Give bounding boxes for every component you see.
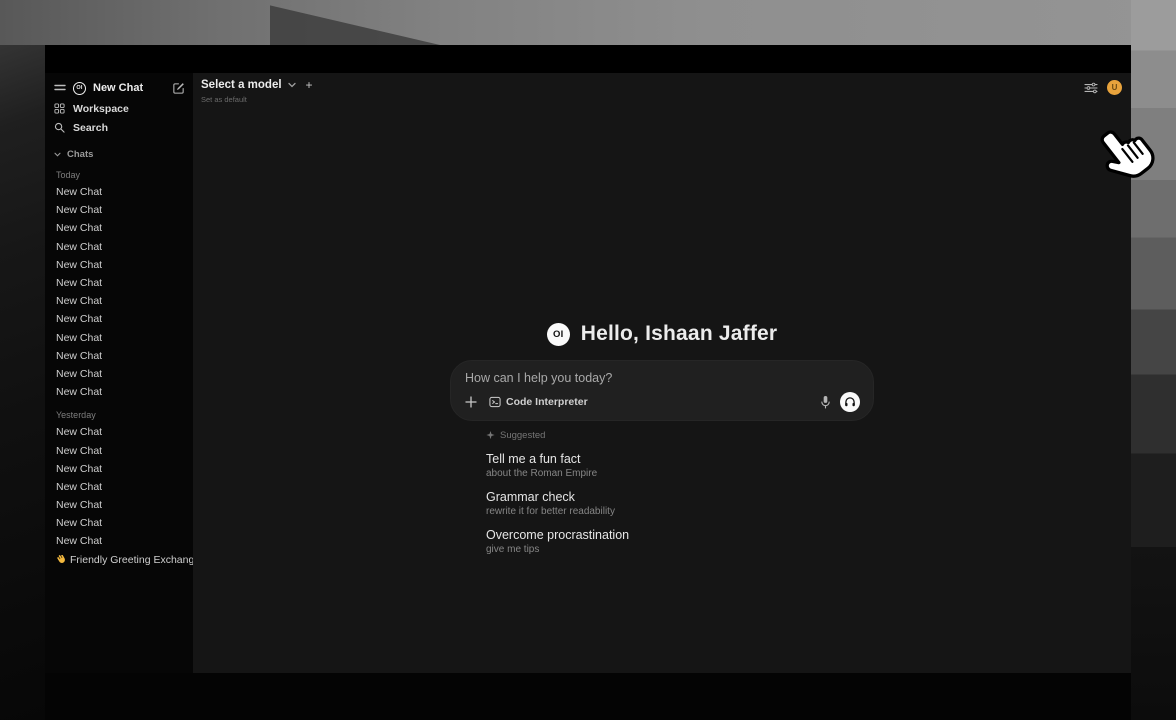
wallpaper-top-band (0, 0, 1176, 45)
suggested-prompt-title: Tell me a fun fact (486, 452, 874, 466)
chat-item[interactable]: New Chat (54, 532, 185, 550)
chat-list: TodayNew ChatNew ChatNew ChatNew ChatNew… (54, 170, 185, 551)
chat-item[interactable]: New Chat (54, 365, 185, 383)
suggested-section: Suggested Tell me a fun fact about the Ro… (450, 430, 874, 555)
sparkle-icon (486, 431, 495, 440)
suggested-prompt-subtitle: give me tips (486, 544, 874, 555)
workspace-grid-icon (54, 103, 65, 114)
chat-group-label: Today (56, 170, 185, 180)
chats-section-toggle[interactable]: Chats (54, 147, 185, 161)
suggested-prompt-title: Grammar check (486, 490, 874, 504)
chat-item[interactable]: New Chat (54, 183, 185, 201)
greeting-logo-icon: OI (547, 323, 570, 346)
wallpaper-left-band (0, 45, 45, 720)
suggested-prompt-title: Overcome procrastination (486, 528, 874, 542)
sidebar-item-workspace[interactable]: Workspace (54, 99, 185, 118)
sidebar-title: New Chat (93, 82, 165, 94)
model-chevron-icon[interactable] (288, 82, 296, 88)
suggested-prompt-subtitle: about the Roman Empire (486, 468, 874, 479)
chat-item[interactable]: New Chat (54, 441, 185, 459)
chat-item[interactable]: New Chat (54, 347, 185, 365)
sidebar-toggle-icon[interactable] (54, 83, 66, 93)
headphones-icon (844, 396, 856, 408)
microphone-icon[interactable] (820, 395, 831, 409)
suggested-prompt-subtitle: rewrite it for better readability (486, 506, 874, 517)
welcome-block: OI Hello, Ishaan Jaffer How can I help y… (450, 322, 874, 555)
chat-item[interactable]: New Chat (54, 256, 185, 274)
suggested-prompt[interactable]: Overcome procrastination give me tips (486, 528, 874, 555)
sidebar: OI New Chat Workspace Searc (45, 73, 193, 673)
user-avatar[interactable]: U (1107, 80, 1122, 95)
chat-item[interactable]: New Chat (54, 496, 185, 514)
wallpaper-bottom-band (45, 671, 1131, 720)
chat-item[interactable]: New Chat (54, 238, 185, 256)
chat-item[interactable]: New Chat (54, 383, 185, 401)
chat-item[interactable]: New Chat (54, 329, 185, 347)
chat-item[interactable]: New Chat (54, 292, 185, 310)
desktop-background: OI New Chat Workspace Searc (0, 0, 1176, 720)
new-chat-edit-icon[interactable] (172, 82, 185, 95)
chats-label: Chats (67, 149, 93, 160)
chat-item[interactable]: New Chat (54, 274, 185, 292)
chat-item[interactable]: New Chat (54, 514, 185, 532)
controls-sliders-icon[interactable] (1084, 82, 1098, 94)
wave-emoji-icon (56, 555, 66, 565)
code-interpreter-toggle[interactable]: Code Interpreter (489, 396, 588, 408)
suggested-prompt[interactable]: Grammar check rewrite it for better reada… (486, 490, 874, 517)
message-composer[interactable]: How can I help you today? Code Interpret… (450, 360, 874, 421)
chat-item[interactable]: New Chat (54, 310, 185, 328)
add-model-button[interactable]: + (306, 79, 313, 91)
chat-item[interactable]: New Chat (54, 460, 185, 478)
code-interpreter-label: Code Interpreter (506, 396, 588, 408)
composer-placeholder: How can I help you today? (465, 371, 860, 385)
sidebar-item-search[interactable]: Search (54, 118, 185, 137)
named-chat-label: Friendly Greeting Exchange (70, 554, 193, 566)
attach-plus-icon[interactable] (465, 396, 477, 408)
window-top-strip (45, 45, 1131, 73)
chat-group-label: Yesterday (56, 410, 185, 420)
code-interpreter-icon (489, 396, 501, 408)
greeting-text: Hello, Ishaan Jaffer (581, 322, 778, 346)
suggested-prompt[interactable]: Tell me a fun fact about the Roman Empire (486, 452, 874, 479)
app-window: OI New Chat Workspace Searc (45, 45, 1131, 673)
wallpaper-right-band (1131, 0, 1176, 720)
search-icon (54, 122, 65, 133)
chat-item[interactable]: New Chat (54, 423, 185, 441)
voice-call-button[interactable] (840, 392, 860, 412)
main-area: Select a model + Set as default U (193, 73, 1131, 673)
suggested-label: Suggested (500, 430, 545, 441)
chevron-down-icon (54, 152, 61, 157)
app-logo-icon: OI (73, 82, 86, 95)
chat-item[interactable]: New Chat (54, 201, 185, 219)
set-as-default-link[interactable]: Set as default (201, 95, 313, 104)
chat-item[interactable]: New Chat (54, 219, 185, 237)
workspace-label: Workspace (73, 103, 129, 115)
chat-item-named[interactable]: Friendly Greeting Exchange (54, 551, 185, 569)
search-label: Search (73, 122, 108, 134)
suggested-list: Tell me a fun fact about the Roman Empire… (486, 452, 874, 555)
model-selector[interactable]: Select a model (201, 79, 282, 91)
chat-item[interactable]: New Chat (54, 478, 185, 496)
